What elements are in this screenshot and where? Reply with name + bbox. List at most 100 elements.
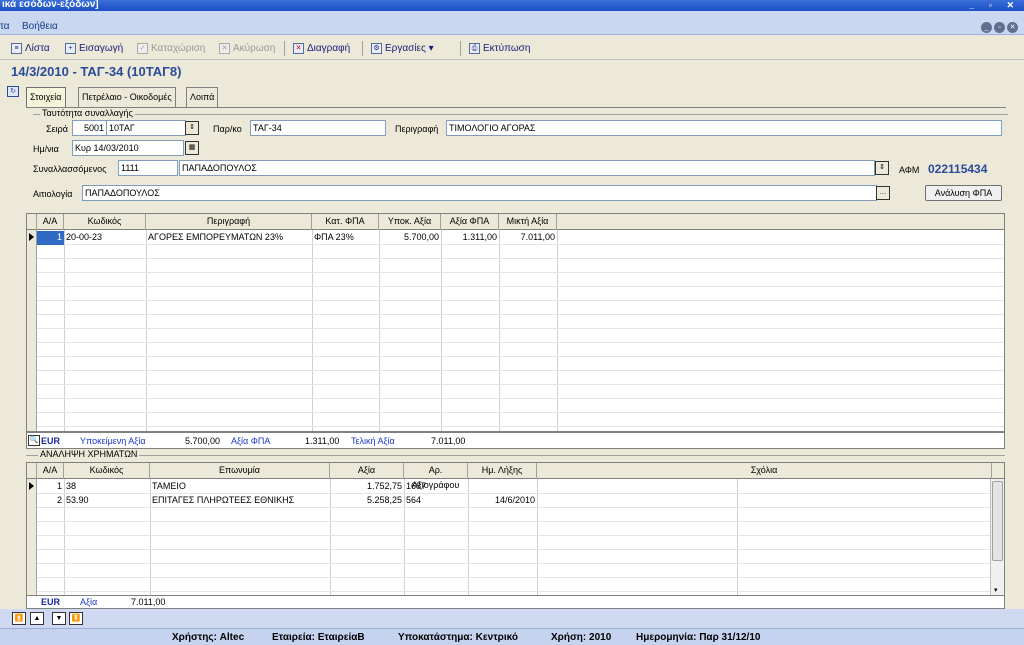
- empty-row: [37, 315, 1004, 329]
- cell-name[interactable]: ΕΠΙΤΑΓΕΣ ΠΛΗΡΩΤΕΕΣ ΕΘΝΙΚΗΣ: [150, 494, 330, 508]
- cell-amount[interactable]: 1.752,75: [330, 480, 404, 494]
- col-header[interactable]: Κατ. ΦΠΑ: [312, 214, 379, 230]
- tab-fuel-buildings[interactable]: Πετρέλαιο - Οικοδομές: [78, 87, 176, 107]
- last-record-icon[interactable]: ⏬: [69, 612, 83, 625]
- cell-name[interactable]: ΤΑΜΕΙΟ: [150, 480, 330, 494]
- final-total-value: 7.011,00: [431, 436, 466, 446]
- payments-total-bar: EUR Αξία 7.011,00: [26, 596, 1005, 609]
- col-header[interactable]: Κωδικός: [64, 214, 146, 230]
- scrollbar-thumb[interactable]: [992, 481, 1003, 561]
- cell-code[interactable]: 20-00-23: [64, 231, 146, 245]
- payments-scrollbar[interactable]: ▾: [990, 479, 1004, 595]
- scroll-down-icon[interactable]: ▾: [994, 586, 998, 594]
- cell-description[interactable]: ΑΓΟΡΕΣ ΕΜΠΟΡΕΥΜΑΤΩΝ 23%: [146, 231, 312, 245]
- mdi-restore-icon[interactable]: ▫: [994, 22, 1005, 33]
- empty-row: [37, 550, 990, 564]
- vat-total-value: 1.311,00: [305, 436, 340, 446]
- col-header[interactable]: Υποκ. Αξία: [379, 214, 441, 230]
- refresh-icon[interactable]: ↻: [7, 86, 19, 97]
- col-header[interactable]: Επωνυμία: [150, 463, 330, 479]
- party-name-field[interactable]: ΠΑΠΑΔΟΠΟΥΛΟΣ: [179, 160, 875, 176]
- cell-code[interactable]: 53.90: [64, 494, 150, 508]
- window-title: ικά εσόδων-εξόδων]: [2, 0, 99, 10]
- col-header[interactable]: Α/Α: [37, 463, 64, 479]
- first-record-icon[interactable]: ⏫: [12, 612, 26, 625]
- tasks-icon: ⚙: [371, 43, 382, 54]
- empty-row: [37, 301, 1004, 315]
- cell-aa[interactable]: 1: [37, 231, 64, 245]
- description-field[interactable]: ΤΙΜΟΛΟΓΙΟ ΑΓΟΡΑΣ: [446, 120, 1002, 136]
- cancel-button[interactable]: ✕ Ακύρωση: [218, 40, 275, 57]
- party-dropdown-icon[interactable]: ⇕: [875, 161, 889, 175]
- insert-icon: +: [65, 43, 76, 54]
- status-date: Ημερομηνία: Παρ 31/12/10: [636, 632, 761, 643]
- delete-icon: ✕: [293, 43, 304, 54]
- table-row[interactable]: 1 38 ΤΑΜΕΙΟ 1.752,75 1687: [37, 480, 990, 494]
- print-button[interactable]: ⎙ Εκτύπωση: [468, 40, 530, 57]
- tab-details[interactable]: Στοιχεία: [26, 87, 66, 107]
- empty-row: [37, 413, 1004, 427]
- calendar-icon[interactable]: ▦: [185, 141, 199, 155]
- previous-record-icon[interactable]: ▲: [30, 612, 44, 625]
- cell-cheque-no[interactable]: 1687: [404, 480, 468, 494]
- col-header[interactable]: Αξία ΦΠΑ: [441, 214, 499, 230]
- payments-grid-header: Α/Α Κωδικός Επωνυμία Αξία Αρ. Αξιογράφου…: [27, 463, 1004, 490]
- cell-vat[interactable]: 1.311,00: [441, 231, 499, 245]
- row-indicator-column: [27, 479, 37, 595]
- cell-aa[interactable]: 1: [37, 480, 64, 494]
- afm-value: 022115434: [928, 162, 988, 176]
- post-button[interactable]: ✓ Καταχώριση: [136, 40, 205, 57]
- mdi-close-icon[interactable]: ✕: [1007, 22, 1018, 33]
- description-label: Περιγραφή: [395, 124, 439, 134]
- menu-item-partial[interactable]: τα: [0, 21, 10, 32]
- cell-vat-category[interactable]: ΦΠΑ 23%: [312, 231, 379, 245]
- cell-code[interactable]: 38: [64, 480, 150, 494]
- toolbar-separator: [362, 41, 363, 56]
- status-company: Εταιρεία: ΕταιρείαΒ: [272, 632, 365, 643]
- cell-gross[interactable]: 7.011,00: [499, 231, 557, 245]
- series-name-field[interactable]: 10ΤΑΓ: [106, 120, 186, 136]
- payments-title: ΑΝΑΛΗΨΗ ΧΡΗΜΑΤΩΝ: [38, 449, 140, 459]
- col-header[interactable]: Κωδικός: [64, 463, 150, 479]
- cell-cheque-no[interactable]: 564: [404, 494, 468, 508]
- series-code-field[interactable]: 5001: [72, 120, 107, 136]
- menu-bar: τα Βοήθεια _ ▫ ✕: [0, 11, 1024, 35]
- table-row[interactable]: 1 20-00-23 ΑΓΟΡΕΣ ΕΜΠΟΡΕΥΜΑΤΩΝ 23% ΦΠΑ 2…: [37, 231, 1004, 245]
- col-header[interactable]: Σχόλια: [537, 463, 992, 479]
- empty-row: [37, 385, 1004, 399]
- reason-lookup-icon[interactable]: …: [876, 186, 890, 200]
- col-header[interactable]: Α/Α: [37, 214, 64, 230]
- search-icon[interactable]: 🔍: [28, 435, 40, 446]
- next-record-icon[interactable]: ▼: [52, 612, 66, 625]
- payments-grid: Α/Α Κωδικός Επωνυμία Αξία Αρ. Αξιογράφου…: [26, 462, 1005, 596]
- cell-due-date[interactable]: 14/6/2010: [468, 494, 537, 508]
- cell-aa[interactable]: 2: [37, 494, 64, 508]
- tasks-button[interactable]: ⚙ Εργασίες ▾: [370, 40, 434, 57]
- list-button[interactable]: ≡ Λίστα: [10, 40, 50, 57]
- series-dropdown-icon[interactable]: ⇕: [185, 121, 199, 135]
- col-header[interactable]: Αρ. Αξιογράφου: [404, 463, 468, 490]
- window-controls[interactable]: _ ▫ ✕: [969, 0, 1020, 10]
- cell-due-date[interactable]: [468, 480, 537, 494]
- col-header[interactable]: Μικτή Αξία: [499, 214, 557, 230]
- insert-button[interactable]: + Εισαγωγή: [64, 40, 123, 57]
- afm-label: ΑΦΜ: [899, 165, 920, 175]
- col-header[interactable]: Ημ. Λήξης: [468, 463, 537, 479]
- table-row[interactable]: 2 53.90 ΕΠΙΤΑΓΕΣ ΠΛΗΡΩΤΕΕΣ ΕΘΝΙΚΗΣ 5.258…: [37, 494, 990, 508]
- party-code-field[interactable]: 1111: [118, 160, 178, 176]
- reason-label: Αιτιολογία: [33, 189, 73, 199]
- col-header[interactable]: Αξία: [330, 463, 404, 479]
- reference-field[interactable]: ΤΑΓ-34: [250, 120, 386, 136]
- col-header[interactable]: Περιγραφή: [146, 214, 312, 230]
- tab-other[interactable]: Λοιπά: [186, 87, 219, 107]
- totals-currency: EUR: [41, 436, 61, 446]
- mdi-minimize-icon[interactable]: _: [981, 22, 992, 33]
- menu-item-help[interactable]: Βοήθεια: [22, 21, 58, 32]
- cell-amount[interactable]: 5.258,25: [330, 494, 404, 508]
- date-field[interactable]: Κυρ 14/03/2010: [72, 140, 184, 156]
- reason-field[interactable]: ΠΑΠΑΔΟΠΟΥΛΟΣ: [82, 185, 877, 201]
- cell-taxable[interactable]: 5.700,00: [379, 231, 441, 245]
- vat-analysis-button[interactable]: Ανάλυση ΦΠΑ: [925, 185, 1002, 201]
- empty-row: [37, 564, 990, 578]
- delete-button[interactable]: ✕ Διαγραφή: [292, 40, 350, 57]
